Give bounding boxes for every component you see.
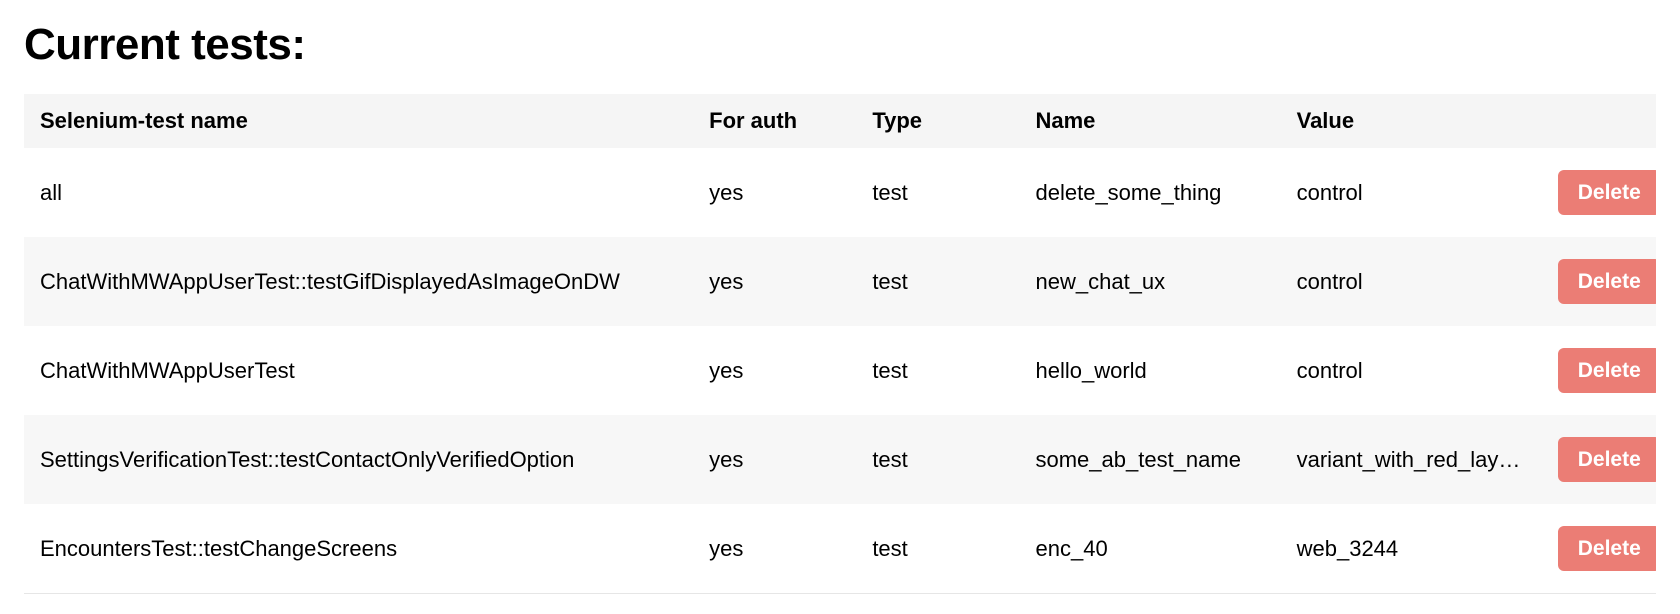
table-header-row: Selenium-test name For auth Type Name Va…: [24, 94, 1656, 148]
cell-for-auth: yes: [693, 237, 856, 326]
cell-type: test: [856, 415, 1019, 504]
cell-name: hello_world: [1020, 326, 1281, 415]
cell-for-auth: yes: [693, 415, 856, 504]
cell-name: enc_40: [1020, 504, 1281, 594]
col-header-type: Type: [856, 94, 1019, 148]
col-header-name: Name: [1020, 94, 1281, 148]
cell-test-name: EncountersTest::testChangeScreens: [24, 504, 693, 594]
cell-action: Delete: [1542, 237, 1656, 326]
cell-for-auth: yes: [693, 326, 856, 415]
cell-name: delete_some_thing: [1020, 148, 1281, 237]
page-title: Current tests:: [24, 20, 1656, 70]
cell-action: Delete: [1542, 415, 1656, 504]
delete-button[interactable]: Delete: [1558, 526, 1656, 571]
cell-test-name: all: [24, 148, 693, 237]
cell-type: test: [856, 237, 1019, 326]
col-header-value: Value: [1281, 94, 1542, 148]
cell-action: Delete: [1542, 504, 1656, 594]
col-header-action: [1542, 94, 1656, 148]
cell-for-auth: yes: [693, 148, 856, 237]
table-row: EncountersTest::testChangeScreensyestest…: [24, 504, 1656, 594]
cell-action: Delete: [1542, 148, 1656, 237]
cell-type: test: [856, 504, 1019, 594]
col-header-test-name: Selenium-test name: [24, 94, 693, 148]
cell-value: control: [1281, 148, 1542, 237]
cell-type: test: [856, 148, 1019, 237]
delete-button[interactable]: Delete: [1558, 437, 1656, 482]
delete-button[interactable]: Delete: [1558, 348, 1656, 393]
table-row: ChatWithMWAppUserTestyestesthello_worldc…: [24, 326, 1656, 415]
cell-test-name: ChatWithMWAppUserTest: [24, 326, 693, 415]
cell-action: Delete: [1542, 326, 1656, 415]
cell-value: control: [1281, 237, 1542, 326]
col-header-for-auth: For auth: [693, 94, 856, 148]
delete-button[interactable]: Delete: [1558, 170, 1656, 215]
cell-test-name: SettingsVerificationTest::testContactOnl…: [24, 415, 693, 504]
cell-value: control: [1281, 326, 1542, 415]
table-row: ChatWithMWAppUserTest::testGifDisplayedA…: [24, 237, 1656, 326]
cell-name: some_ab_test_name: [1020, 415, 1281, 504]
table-row: SettingsVerificationTest::testContactOnl…: [24, 415, 1656, 504]
cell-name: new_chat_ux: [1020, 237, 1281, 326]
cell-type: test: [856, 326, 1019, 415]
cell-for-auth: yes: [693, 504, 856, 594]
cell-value: web_3244: [1281, 504, 1542, 594]
tests-table: Selenium-test name For auth Type Name Va…: [24, 94, 1656, 594]
table-row: allyestestdelete_some_thingcontrol Delete: [24, 148, 1656, 237]
delete-button[interactable]: Delete: [1558, 259, 1656, 304]
cell-value: variant_with_red_layout: [1281, 415, 1542, 504]
cell-test-name: ChatWithMWAppUserTest::testGifDisplayedA…: [24, 237, 693, 326]
